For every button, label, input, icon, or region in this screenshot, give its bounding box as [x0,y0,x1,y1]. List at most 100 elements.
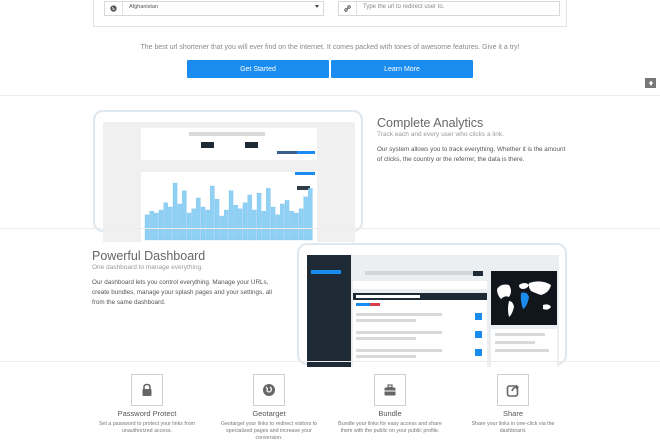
feature-description: Bundle your links for easy access and sh… [338,421,442,434]
section-divider [0,228,660,229]
globe-icon [263,384,275,396]
section-divider [0,361,660,362]
section-divider [0,95,660,96]
briefcase-icon [384,384,396,396]
chart-bar [168,206,173,241]
link-icon [339,2,357,15]
search-bar [356,295,420,298]
row-action [475,349,482,356]
legend-segment [277,151,297,154]
chart-bar [284,200,290,241]
chart-bar [172,182,178,241]
dashboard-description: Our dashboard lets you control everythin… [92,279,272,306]
link-options-card: Afghanistan Type the url to redirect use… [93,0,567,27]
feature-geotarget: Geotarget Geotarget your links to redire… [209,374,329,440]
feature-icon-box [374,374,406,406]
url-row [356,319,416,322]
feature-description: Share your links in one-click via the da… [471,421,555,434]
url-list-panel [353,293,487,367]
chart-bar [182,190,187,241]
chart-bar [266,188,271,241]
url-row [356,355,416,358]
feature-bundle: Bundle Bundle your links for easy access… [330,374,450,435]
chart-bar [261,211,266,241]
placeholder-bar [189,132,265,136]
feature-icon-box [131,374,163,406]
chart-bar [242,202,248,241]
feature-title: Bundle [378,409,402,418]
get-started-button[interactable]: Get Started [187,60,329,78]
dashboard-screenshot [307,255,559,367]
row-action [475,313,482,320]
dashboard-sidebar [307,255,351,367]
placeholder-bar [495,341,535,344]
analytics-subtitle: Track each and every user who clicks a l… [377,131,504,138]
chart-bar [158,209,164,241]
filter-chip [370,303,380,306]
feature-title: Geotarget [252,409,286,418]
placeholder-card [353,281,487,289]
chart-bar [186,212,192,241]
chart-bar [289,211,294,241]
chart-bar [177,203,182,241]
feature-title: Password Protect [117,409,177,418]
row-action [475,331,482,338]
dark-chip [201,142,214,148]
lock-icon [142,383,152,396]
learn-more-button[interactable]: Learn More [331,60,473,78]
sidebar-active-item [311,270,341,274]
chart-bar [205,209,210,241]
placeholder-bar [495,349,549,352]
summary-panel [141,128,317,160]
chart-bar [247,194,252,241]
placeholder-bar [495,333,545,336]
dashboard-screenshot-frame [297,243,567,367]
feature-description: Geotarget your links to redirect visitor… [220,421,318,440]
chart-bar [154,212,159,241]
chart-bar [303,196,308,241]
dark-chip [245,142,258,148]
chart-bar [191,208,196,241]
chart-bar [298,208,304,241]
feature-icon-box [497,374,529,406]
chart-bar [210,185,215,241]
chart-bar [224,209,229,241]
legend-segment [297,151,315,154]
analytics-screenshot [103,122,355,242]
chart-bar [214,199,220,241]
dashboard-title: Powerful Dashboard [92,249,206,263]
analytics-description: Our system allows you to track everythin… [377,146,566,163]
feature-description: Set a password to protect your links fro… [99,421,195,434]
redirect-url-placeholder: Type the url to redirect user to. [363,4,445,10]
chart-bar [149,211,154,241]
dashboard-subtitle: One dashboard to manage everything. [92,264,203,271]
chart-bar [228,190,234,241]
redirect-url-input[interactable]: Type the url to redirect user to. [338,1,560,16]
feature-title: Share [502,409,523,418]
url-row [356,337,416,340]
country-select-value: Afghanistan [129,4,159,10]
chart-bar [163,202,168,241]
feature-share: Share Share your links in one-click via … [453,374,573,435]
scroll-to-top-button[interactable] [645,78,656,88]
hero-tagline: The best url shortener that you will eve… [140,44,520,51]
chart-bar [252,209,257,241]
chart-bar [238,208,243,241]
arrow-up-icon [648,80,653,86]
chart-bar [256,193,262,241]
clicks-chart-panel [141,172,317,242]
chart-bar [200,206,206,241]
url-row [356,331,442,334]
chart-bar [308,188,313,241]
url-row [356,349,442,352]
dark-chip [473,271,483,276]
feature-icon-box [253,374,285,406]
chevron-down-icon [315,5,319,8]
chart-bar [280,203,285,241]
share-icon [506,384,519,397]
world-map-widget [491,271,557,325]
chart-bar [196,197,201,241]
placeholder-bar [365,271,475,275]
country-select[interactable]: Afghanistan [104,1,324,16]
analytics-title: Complete Analytics [377,116,484,130]
